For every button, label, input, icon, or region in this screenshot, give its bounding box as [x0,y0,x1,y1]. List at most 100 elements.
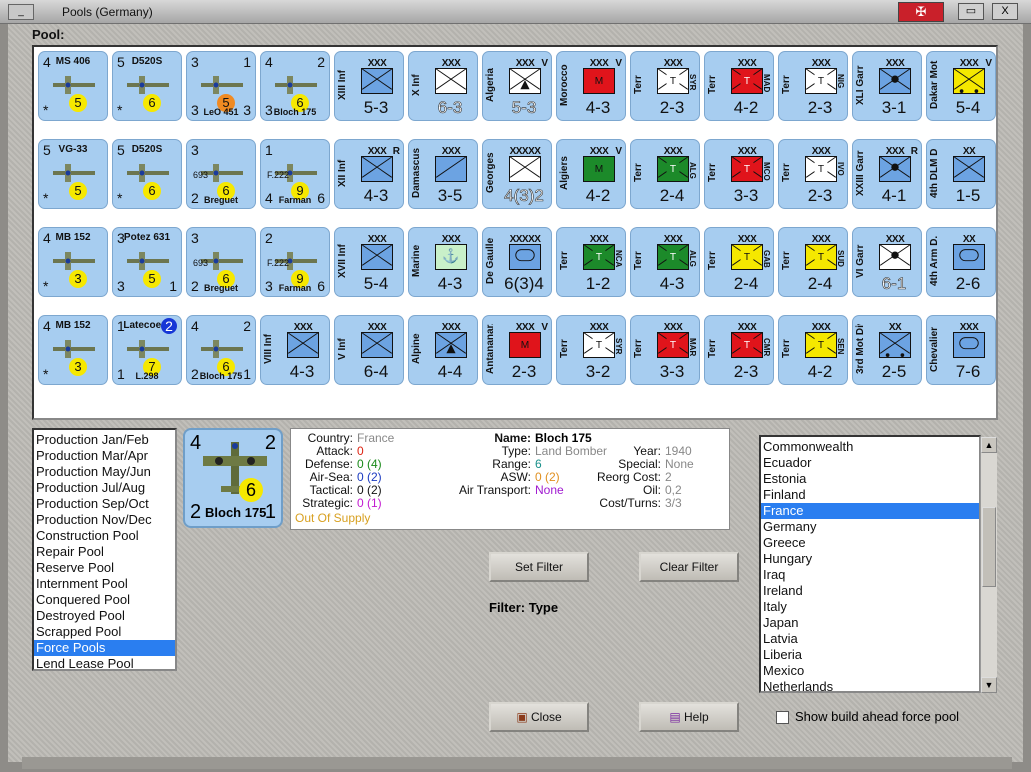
pool-list-item[interactable]: Destroyed Pool [34,608,175,624]
close-window-button[interactable]: X [992,3,1018,20]
unit-counter[interactable]: 3 693 6 2 Breguet [186,227,256,297]
unit-counter[interactable]: Terr XXX T SYR 3-2 [556,315,626,385]
unit-counter[interactable]: Terr XXX T IVO 2-3 [778,139,848,209]
pool-list-item[interactable]: Construction Pool [34,528,175,544]
unit-counter[interactable]: Georges XXXXX 4(3)2 [482,139,552,209]
pool-list-item[interactable]: Repair Pool [34,544,175,560]
unit-counter[interactable]: 4 MB 152 3 * [38,227,108,297]
unit-counter[interactable]: 2 F.222 9 3 Farman 6 [260,227,330,297]
unit-counter[interactable]: 4 2 6 2 Bloch 175 1 [186,315,256,385]
unit-counter[interactable]: 3rd Mot Div XX 2-5 [852,315,922,385]
pool-type-list[interactable]: Production Jan/Feb Production Mar/Apr Prod… [32,428,177,671]
unit-counter[interactable]: Damascus XXX 3-5 [408,139,478,209]
unit-counter[interactable]: Terr XXX T MCO 3-3 [704,139,774,209]
country-list-item[interactable]: Latvia [761,631,979,647]
unit-counter[interactable]: Terr XXX T CMR 2-3 [704,315,774,385]
country-list-item[interactable]: Mexico [761,663,979,679]
unit-counter[interactable]: Terr XXX T SYR 2-3 [630,51,700,121]
pool-list-item[interactable]: Production Jan/Feb [34,432,175,448]
unit-counter[interactable]: Terr XXX T ALG 4-3 [630,227,700,297]
pool-list-item[interactable]: Conquered Pool [34,592,175,608]
restore-button[interactable]: ▭ [958,3,984,20]
unit-counter[interactable]: Alpine XXX 4-4 [408,315,478,385]
unit-counter[interactable]: XLI Garr XXX 3-1 [852,51,922,121]
unit-counter[interactable]: X Inf XXX 6-3 [408,51,478,121]
unit-counter[interactable]: Terr XXX T SEN 4-2 [778,315,848,385]
country-list-item[interactable]: Ireland [761,583,979,599]
unit-counter[interactable]: 3 693 6 2 Breguet [186,139,256,209]
unit-counter[interactable]: 4th Arm D. XX 2-6 [926,227,996,297]
set-filter-button[interactable]: Set Filter [489,552,589,582]
country-list-scrollbar[interactable]: ▲ ▼ [980,437,997,693]
unit-counter[interactable]: 4 2 6 3 Bloch 175 [260,51,330,121]
unit-counter[interactable]: VIII Inf XXX 4-3 [260,315,330,385]
pool-list-item[interactable]: Scrapped Pool [34,624,175,640]
unit-counter[interactable]: Algeria XXX V 5-3 [482,51,552,121]
unit-counter[interactable]: Chevalier XXX 7-6 [926,315,996,385]
unit-counter[interactable]: Morocco XXX V M 4-3 [556,51,626,121]
country-list-item[interactable]: Liberia [761,647,979,663]
pool-list-item[interactable]: Production Nov/Dec [34,512,175,528]
unit-counter[interactable]: XVII Inf XXX 5-4 [334,227,404,297]
unit-counter[interactable]: Antananar. XXX V M 2-3 [482,315,552,385]
unit-counter[interactable]: 4 MB 152 3 * [38,315,108,385]
pool-list-item[interactable]: Production Mar/Apr [34,448,175,464]
unit-counter[interactable]: 1 Latecoere 2 7 1 L.298 [112,315,182,385]
unit-counter[interactable]: 5 D520S 6 * [112,139,182,209]
unit-counter[interactable]: Terr XXX T GAB 2-4 [704,227,774,297]
unit-counter[interactable]: De Gaulle XXXXX 6(3)4 [482,227,552,297]
pool-list-item[interactable]: Internment Pool [34,576,175,592]
help-button[interactable]: ▤ Help [639,702,739,732]
unit-counter[interactable]: Terr XXX T MAR 3-3 [630,315,700,385]
pool-list-item[interactable]: Reserve Pool [34,560,175,576]
unit-counter[interactable]: XXIII Garr XXX R 4-1 [852,139,922,209]
unit-counter[interactable]: 4th DLM D. XX 1-5 [926,139,996,209]
unit-counter[interactable]: VI Garr XXX 6-1 [852,227,922,297]
unit-counter[interactable]: 4 MS 406 5 * [38,51,108,121]
close-button[interactable]: ▣ Close [489,702,589,732]
unit-counter[interactable]: Terr XXX T ALG 2-4 [630,139,700,209]
scroll-thumb[interactable] [982,507,996,587]
build-ahead-checkbox[interactable] [776,711,789,725]
country-list-item[interactable]: Iraq [761,567,979,583]
unit-counter[interactable]: Terr XXX T MAD 4-2 [704,51,774,121]
scroll-up-icon[interactable]: ▲ [981,437,997,453]
menu-icon[interactable]: _ [8,4,34,20]
country-list[interactable]: Commonwealth Ecuador Estonia Finland France G… [759,435,981,693]
country-list-item[interactable]: Commonwealth [761,439,979,455]
pool-list-item[interactable]: Force Pools [34,640,175,656]
unit-counter[interactable]: 3 Potez 631 5 3 1 [112,227,182,297]
country-list-item[interactable]: Hungary [761,551,979,567]
clear-filter-button[interactable]: Clear Filter [639,552,739,582]
scroll-down-icon[interactable]: ▼ [981,677,997,693]
unit-counter[interactable]: Terr XXX T SUD 2-4 [778,227,848,297]
counter-unit-name: Terr [781,251,792,271]
pool-list-item[interactable]: Production Jul/Aug [34,480,175,496]
country-list-item[interactable]: Greece [761,535,979,551]
pool-list-item[interactable]: Lend Lease Pool [34,656,175,669]
pool-list-item[interactable]: Production May/Jun [34,464,175,480]
unit-counter[interactable]: 1 F.222 9 4 Farman 6 [260,139,330,209]
unit-counter[interactable]: Algiers XXX V M 4-2 [556,139,626,209]
country-list-item[interactable]: Estonia [761,471,979,487]
country-list-item[interactable]: Finland [761,487,979,503]
unit-counter[interactable]: 5 D520S 6 * [112,51,182,121]
country-list-item[interactable]: Ecuador [761,455,979,471]
country-list-item[interactable]: France [761,503,979,519]
country-list-item[interactable]: Italy [761,599,979,615]
country-list-item[interactable]: Netherlands [761,679,979,691]
unit-counter[interactable]: 5 VG-33 5 * [38,139,108,209]
country-list-item[interactable]: Japan [761,615,979,631]
unit-counter[interactable]: XIII Inf XXX 5-3 [334,51,404,121]
unit-counter[interactable]: XII Inf XXX R 4-3 [334,139,404,209]
unit-counter[interactable]: Marine XXX ⚓ 4-3 [408,227,478,297]
unit-counter[interactable]: Terr XXX T NIG 2-3 [778,51,848,121]
unit-counter[interactable]: 3 1 5 3 LeO 451 3 [186,51,256,121]
unit-counter[interactable]: V Inf XXX 6-4 [334,315,404,385]
country-list-item[interactable]: Germany [761,519,979,535]
unit-counter[interactable]: Terr XXX T NCA 1-2 [556,227,626,297]
pool-list-item[interactable]: Production Sep/Oct [34,496,175,512]
unit-counter[interactable]: Dakar Mot XXX V 5-4 [926,51,996,121]
build-ahead-checkbox-row[interactable]: Show build ahead force pool [776,709,959,725]
counter-unit-name: Terr [707,163,718,183]
